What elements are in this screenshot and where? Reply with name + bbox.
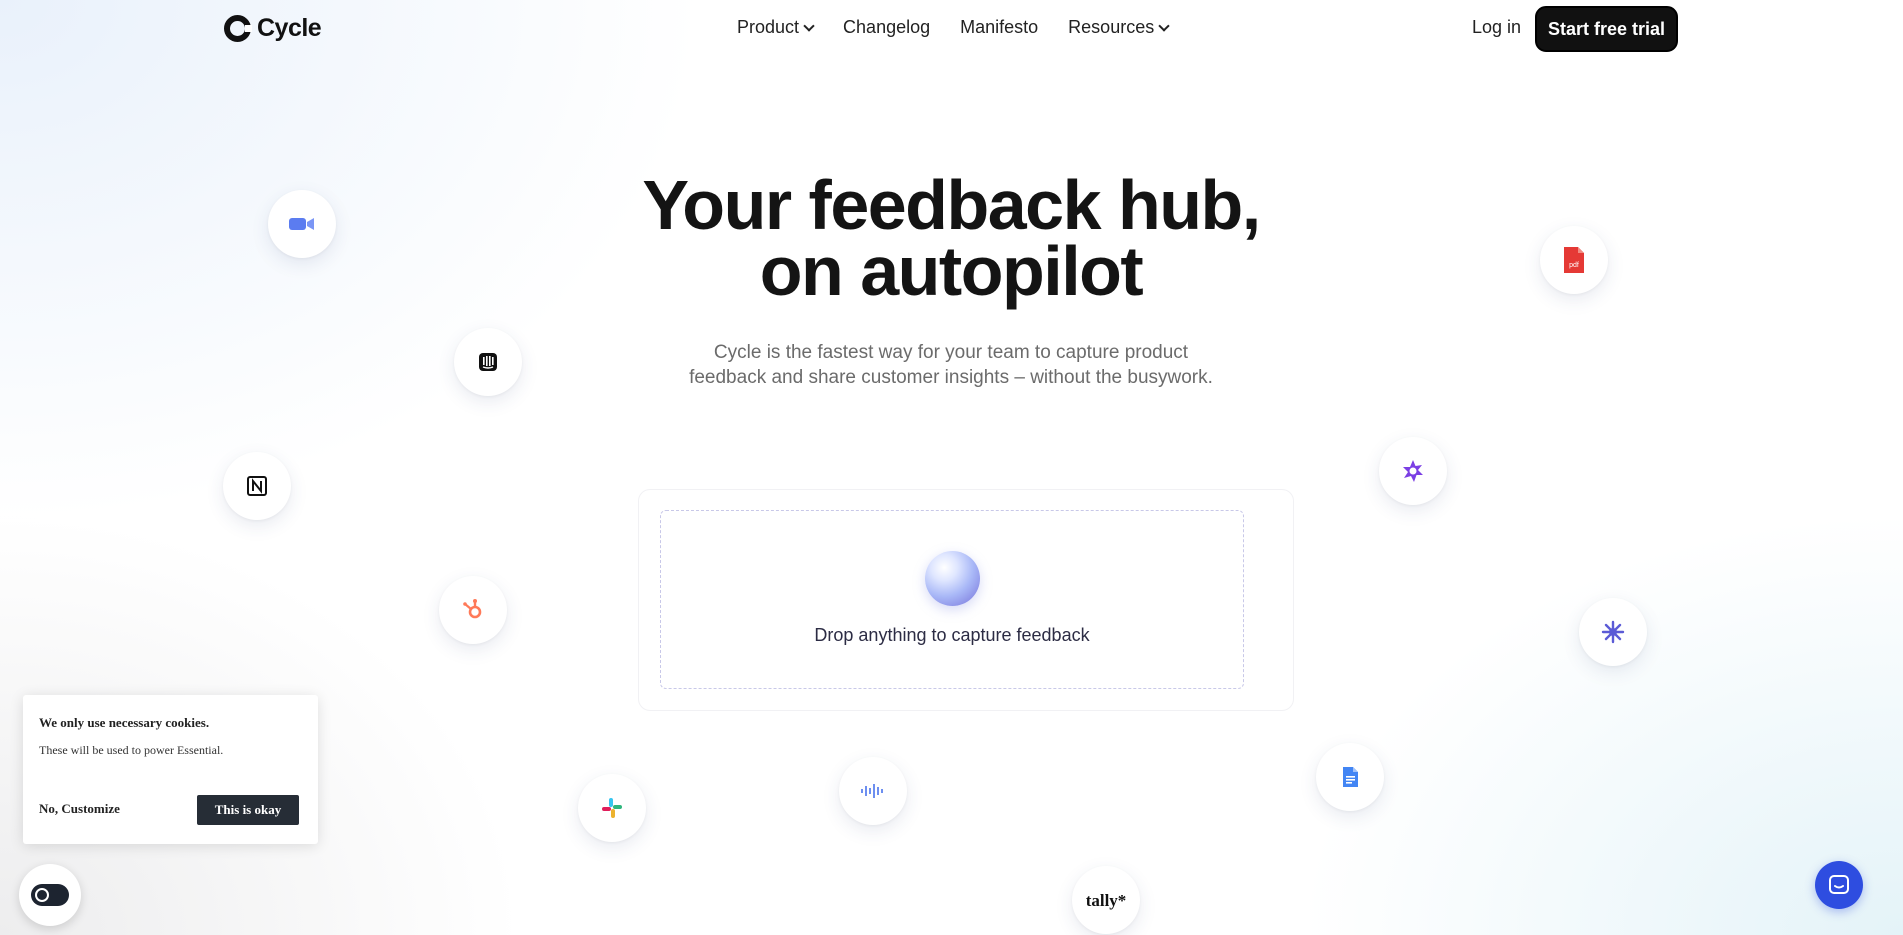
hero-title-line: Your feedback hub, bbox=[642, 166, 1261, 244]
integration-slack[interactable] bbox=[578, 774, 646, 842]
integration-video-call[interactable] bbox=[268, 190, 336, 258]
video-call-icon bbox=[289, 218, 314, 230]
cycle-logo-icon bbox=[224, 15, 252, 42]
hero-subtitle-line: feedback and share customer insights – w… bbox=[689, 367, 1213, 388]
svg-text:pdf: pdf bbox=[1569, 262, 1579, 269]
hubspot-icon bbox=[463, 599, 482, 619]
cycle-logo[interactable]: Cycle bbox=[224, 14, 322, 43]
sparkle-badge-icon bbox=[1403, 460, 1423, 482]
cookie-customize-button[interactable]: No, Customize bbox=[39, 801, 120, 817]
nav-links: Product Changelog Manifesto Resources bbox=[737, 17, 1170, 38]
pdf-file-icon: pdf bbox=[1564, 247, 1584, 273]
cookie-body: These will be used to power Essential. bbox=[39, 743, 224, 757]
integration-hubspot[interactable] bbox=[439, 576, 507, 644]
nav-item-product[interactable]: Product bbox=[737, 17, 815, 38]
cookie-banner: We only use necessary cookies. These wil… bbox=[23, 695, 318, 844]
chat-bubble-icon bbox=[1829, 875, 1849, 894]
integration-sparkle[interactable] bbox=[1379, 437, 1447, 505]
integration-google-docs[interactable] bbox=[1316, 743, 1384, 811]
intercom-icon bbox=[479, 353, 497, 371]
cookie-accept-button[interactable]: This is okay bbox=[197, 795, 299, 825]
integration-sunburst[interactable] bbox=[1579, 598, 1647, 666]
logo-text: Cycle bbox=[257, 14, 322, 42]
start-free-trial-button[interactable]: Start free trial bbox=[1535, 6, 1678, 52]
integration-audio[interactable] bbox=[839, 757, 907, 825]
nav-item-label: Changelog bbox=[843, 17, 931, 37]
nav-item-label: Resources bbox=[1068, 17, 1155, 37]
tally-logo: tally* bbox=[1085, 890, 1127, 910]
chevron-down-icon bbox=[1158, 19, 1170, 32]
nav-item-resources[interactable]: Resources bbox=[1068, 17, 1170, 38]
slack-icon bbox=[602, 798, 622, 818]
audio-wave-icon bbox=[861, 784, 883, 798]
integration-pdf[interactable]: pdf bbox=[1540, 226, 1608, 294]
hero-subtitle-line: Cycle is the fastest way for your team t… bbox=[713, 342, 1189, 363]
hero-title-line: on autopilot bbox=[759, 232, 1144, 310]
notion-icon bbox=[247, 476, 267, 496]
toggle-switch-icon bbox=[31, 884, 69, 906]
sun-burst-icon bbox=[1601, 620, 1625, 644]
hero-title: Your feedback hub, on autopilot bbox=[551, 166, 1351, 310]
nav-item-label: Product bbox=[737, 17, 800, 37]
integration-tally[interactable]: tally* bbox=[1072, 866, 1140, 934]
top-navigation: Cycle Product Changelog Manifesto Resour… bbox=[0, 0, 1903, 58]
integration-notion[interactable] bbox=[223, 452, 291, 520]
chevron-down-icon bbox=[803, 19, 815, 32]
theme-toggle-button[interactable] bbox=[19, 864, 81, 926]
ai-orb-icon bbox=[925, 551, 980, 606]
nav-item-label: Manifesto bbox=[960, 17, 1039, 37]
nav-item-changelog[interactable]: Changelog bbox=[843, 17, 930, 38]
dropzone-label: Drop anything to capture feedback bbox=[814, 625, 1090, 645]
chat-launcher-button[interactable] bbox=[1815, 861, 1863, 909]
nav-item-manifesto[interactable]: Manifesto bbox=[960, 17, 1038, 38]
integration-intercom[interactable] bbox=[454, 328, 522, 396]
google-docs-icon bbox=[1343, 767, 1358, 787]
hero-subtitle: Cycle is the fastest way for your team t… bbox=[651, 340, 1251, 390]
login-link[interactable]: Log in bbox=[1472, 17, 1521, 38]
cookie-title: We only use necessary cookies. bbox=[39, 715, 210, 730]
